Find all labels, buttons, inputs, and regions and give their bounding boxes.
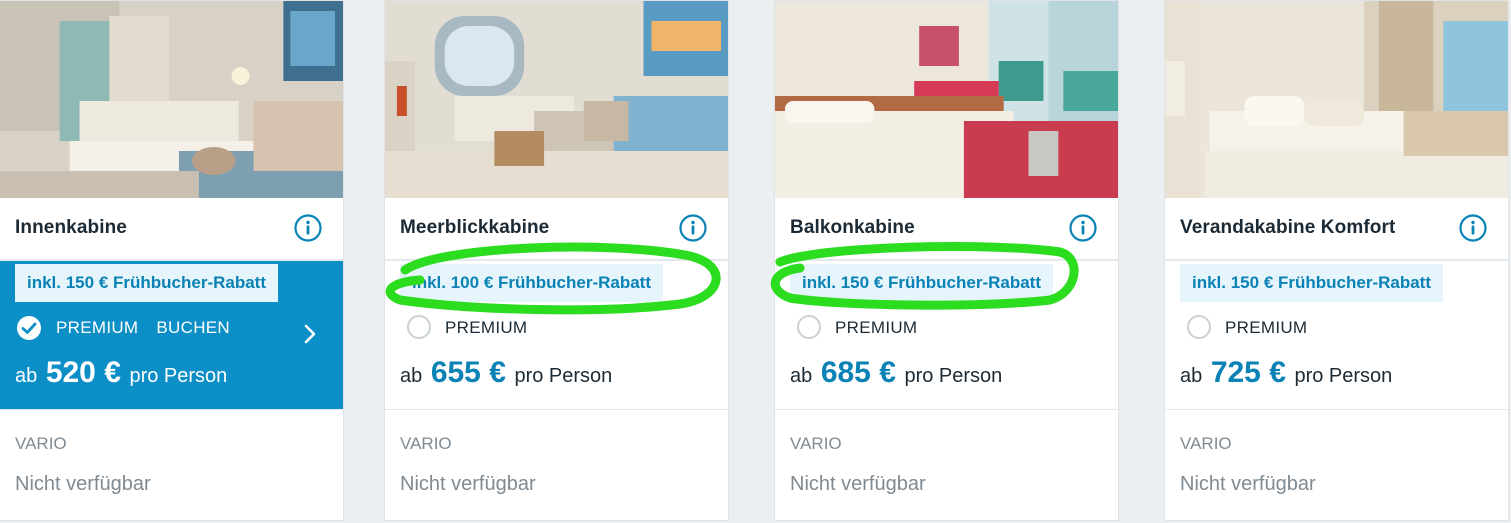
price-row: ab 725 € pro Person [1180, 356, 1392, 390]
chevron-right-icon[interactable] [303, 323, 317, 345]
price-suffix: pro Person [904, 365, 1003, 387]
price-prefix: ab [400, 365, 423, 387]
premium-label[interactable]: PREMIUM [445, 318, 527, 338]
price-amount: 685 € [820, 356, 896, 389]
cabin-title: Balkonkabine [790, 217, 915, 238]
premium-label[interactable]: PREMIUM [835, 318, 917, 338]
info-icon[interactable] [1068, 213, 1098, 243]
premium-label[interactable]: PREMIUM [1225, 318, 1307, 338]
vario-status: Nicht verfügbar [790, 473, 926, 495]
vario-status: Nicht verfügbar [400, 473, 536, 495]
cabin-card-meerblickkabine: Meerblickkabine inkl. 100 € Frühbucher-R… [384, 0, 729, 521]
vario-label: VARIO [1180, 434, 1232, 453]
cabin-card-balkonkabine: Balkonkabine inkl. 150 € Frühbucher-Raba… [774, 0, 1119, 521]
price-amount: 725 € [1210, 356, 1286, 389]
discount-badge: inkl. 150 € Frühbucher-Rabatt [790, 264, 1053, 302]
divider [0, 409, 343, 410]
premium-book-label[interactable]: PREMIUM BUCHEN [56, 318, 230, 338]
cabin-photo [775, 1, 1118, 198]
cabin-title: Meerblickkabine [400, 217, 550, 238]
divider [385, 409, 728, 410]
vario-label: VARIO [400, 434, 452, 453]
checkmark-icon[interactable] [16, 315, 42, 341]
price-prefix: ab [790, 365, 813, 387]
price-prefix: ab [15, 365, 38, 387]
info-icon[interactable] [678, 213, 708, 243]
discount-badge: inkl. 100 € Frühbucher-Rabatt [400, 264, 663, 302]
vario-label: VARIO [790, 434, 842, 453]
price-row: ab 520 € pro Person [15, 356, 227, 390]
price-row: ab 655 € pro Person [400, 356, 612, 390]
price-suffix: pro Person [514, 365, 613, 387]
vario-status: Nicht verfügbar [15, 473, 151, 495]
price-row: ab 685 € pro Person [790, 356, 1002, 390]
cabin-photo [1165, 1, 1508, 198]
divider [1165, 409, 1508, 410]
cabin-photo [0, 1, 343, 198]
vario-label: VARIO [15, 434, 67, 453]
radio-button-icon[interactable] [1187, 315, 1211, 339]
price-amount: 655 € [430, 356, 506, 389]
info-icon[interactable] [293, 213, 323, 243]
info-icon[interactable] [1458, 213, 1488, 243]
price-amount: 520 € [45, 356, 121, 389]
cabin-card-verandakabine-komfort: Verandakabine Komfort inkl. 150 € Frühbu… [1164, 0, 1509, 521]
divider [775, 409, 1118, 410]
price-suffix: pro Person [1294, 365, 1393, 387]
price-prefix: ab [1180, 365, 1203, 387]
cabin-photo [385, 1, 728, 198]
discount-badge: inkl. 150 € Frühbucher-Rabatt [15, 264, 278, 302]
cabin-card-innenkabine: Innenkabine inkl. 150 € Frühbucher-Rabat… [0, 0, 344, 521]
cabin-title: Verandakabine Komfort [1180, 217, 1396, 238]
cabin-title: Innenkabine [15, 217, 127, 238]
vario-status: Nicht verfügbar [1180, 473, 1316, 495]
price-suffix: pro Person [129, 365, 228, 387]
discount-badge: inkl. 150 € Frühbucher-Rabatt [1180, 264, 1443, 302]
radio-button-icon[interactable] [407, 315, 431, 339]
radio-button-icon[interactable] [797, 315, 821, 339]
